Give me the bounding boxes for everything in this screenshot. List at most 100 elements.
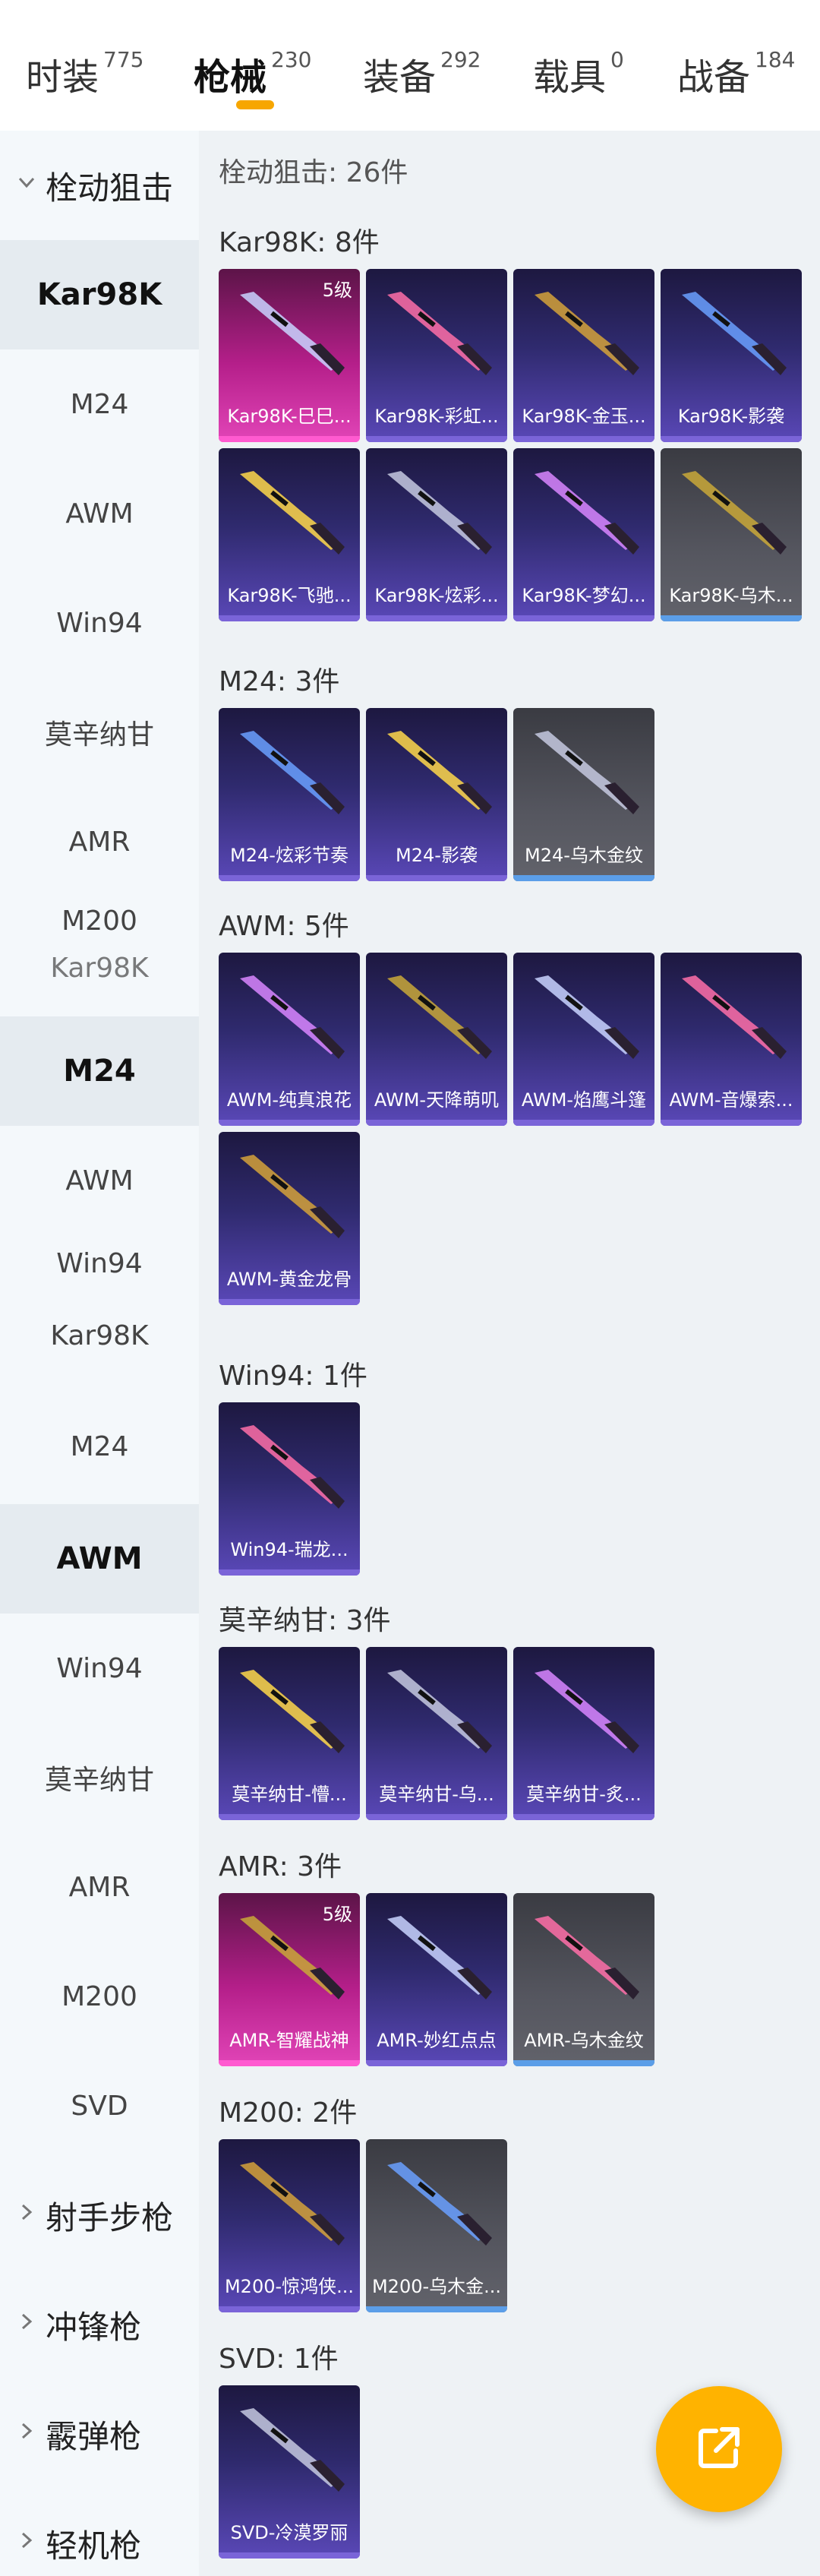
skin-card[interactable]: M200-乌木金... — [366, 2139, 507, 2312]
rifle-icon — [387, 731, 492, 814]
skin-name: SVD-冷漠罗丽 — [230, 2522, 348, 2543]
sidebar-item-win94[interactable]: Win94 — [0, 1222, 199, 1305]
rifle-icon — [387, 471, 492, 555]
skin-card[interactable]: AMR-妙红点点 — [366, 1893, 507, 2066]
rarity-bar — [366, 875, 507, 881]
skin-name: Kar98K-飞驰... — [227, 585, 352, 606]
rarity-bar — [219, 436, 360, 442]
skin-card[interactable]: 莫辛纳甘-炙... — [513, 1647, 654, 1820]
skin-name: Kar98K-梦幻... — [522, 585, 646, 606]
sidebar-category-label: 冲锋枪 — [46, 2308, 142, 2346]
chevron-right-icon — [15, 2201, 46, 2230]
skin-card[interactable]: M24-炫彩节奏 — [219, 708, 360, 881]
skin-name: M24-乌木金纹 — [525, 845, 643, 866]
rifle-icon — [240, 2408, 345, 2492]
rifle-icon — [240, 2162, 345, 2246]
sidebar-item-amr[interactable]: AMR — [0, 787, 199, 896]
rarity-bar — [513, 2060, 654, 2066]
sidebar-item-svd[interactable]: SVD — [0, 2051, 199, 2160]
rarity-bar — [366, 615, 507, 621]
sidebar-item-label: AWM — [65, 498, 134, 529]
sidebar-item-m200[interactable]: M200 — [0, 1942, 199, 2051]
sidebar-item-m24-selected[interactable]: M24 — [0, 1016, 199, 1126]
skin-name: 莫辛纳甘-乌... — [379, 1784, 494, 1805]
tab-equipment[interactable]: 装备 292 — [363, 47, 481, 100]
tab-supplies[interactable]: 战备 184 — [677, 47, 795, 100]
sidebar-category-smg[interactable]: 冲锋枪 — [0, 2270, 199, 2379]
skin-card[interactable]: Kar98K-影袭 — [661, 269, 802, 442]
rifle-icon — [387, 1916, 492, 1999]
skin-name: M24-影袭 — [396, 845, 478, 866]
skin-card[interactable]: Kar98K-金玉... — [513, 269, 654, 442]
sidebar-category-label: 轻机枪 — [46, 2527, 142, 2565]
share-button[interactable] — [656, 2386, 782, 2512]
sidebar-item-m24[interactable]: M24 — [0, 1392, 199, 1501]
section-title: AWM: 5件 — [219, 911, 349, 942]
sidebar-item-win94[interactable]: Win94 — [0, 1614, 199, 1723]
skin-card[interactable]: Kar98K-乌木... — [661, 448, 802, 621]
skin-card[interactable]: 5级 AMR-智耀战神 — [219, 1893, 360, 2066]
rarity-bar — [219, 615, 360, 621]
skin-card[interactable]: SVD-冷漠罗丽 — [219, 2385, 360, 2559]
rarity-bar — [366, 436, 507, 442]
skin-card[interactable]: Kar98K-炫彩... — [366, 448, 507, 621]
skin-card[interactable]: 莫辛纳甘-乌... — [366, 1647, 507, 1820]
skin-name: Win94-瑞龙... — [230, 1539, 348, 1560]
skin-card[interactable]: Kar98K-梦幻... — [513, 448, 654, 621]
sidebar-ghost-label: Kar98K — [50, 1320, 149, 1351]
rarity-bar — [219, 2306, 360, 2312]
skin-name: AMR-智耀战神 — [229, 2030, 349, 2051]
tab-guns[interactable]: 枪械 230 — [194, 47, 311, 109]
section-title: Kar98K: 8件 — [219, 227, 380, 258]
skin-card[interactable]: AWM-焰鹰斗篷 — [513, 953, 654, 1126]
sidebar-item-mosin[interactable]: 莫辛纳甘 — [0, 1723, 199, 1832]
rarity-bar — [219, 1299, 360, 1305]
rarity-bar — [661, 1120, 802, 1126]
sidebar-item-label: M200 — [62, 1980, 137, 2012]
skin-card[interactable]: Win94-瑞龙... — [219, 1402, 360, 1576]
sidebar-item-kar98k[interactable]: Kar98K — [0, 240, 199, 349]
tab-vehicles[interactable]: 载具 0 — [533, 47, 624, 100]
skin-card[interactable]: Kar98K-彩虹... — [366, 269, 507, 442]
skin-card[interactable]: AMR-乌木金纹 — [513, 1893, 654, 2066]
skin-list-panel: 栓动狙击: 26件 Kar98K: 8件 5级 Kar98K-巳巳... Kar98K… — [199, 131, 820, 2576]
rifle-icon — [535, 731, 639, 814]
sidebar-category-shotgun[interactable]: 霰弹枪 — [0, 2379, 199, 2489]
sidebar-item-awm-selected[interactable]: AWM — [0, 1504, 199, 1614]
skin-card[interactable]: 5级 Kar98K-巳巳... — [219, 269, 360, 442]
sidebar-category-label: 霰弹枪 — [46, 2417, 142, 2455]
sidebar-item-m200[interactable]: M200 — [0, 890, 199, 951]
sidebar-item-awm[interactable]: AWM — [0, 459, 199, 568]
skin-card[interactable]: M200-惊鸿侠... — [219, 2139, 360, 2312]
skin-card[interactable]: AWM-天降萌叽 — [366, 953, 507, 1126]
skin-card[interactable]: 莫辛纳甘-懵... — [219, 1647, 360, 1820]
category-title: 栓动狙击: 26件 — [219, 157, 408, 188]
sidebar-category-dmr[interactable]: 射手步枪 — [0, 2160, 199, 2270]
sidebar-item-awm[interactable]: AWM — [0, 1126, 199, 1235]
sidebar-item-mosin[interactable]: 莫辛纳甘 — [0, 678, 199, 787]
skin-card[interactable]: M24-影袭 — [366, 708, 507, 881]
skin-name: Kar98K-金玉... — [522, 406, 646, 427]
skin-card[interactable]: AWM-音爆索... — [661, 953, 802, 1126]
sidebar-item-m24[interactable]: M24 — [0, 349, 199, 459]
skin-name: Kar98K-影袭 — [677, 406, 785, 427]
sidebar-item-label: 莫辛纳甘 — [44, 719, 154, 751]
skin-card[interactable]: Kar98K-飞驰... — [219, 448, 360, 621]
rifle-icon — [240, 1155, 345, 1238]
rarity-bar — [366, 1814, 507, 1820]
sidebar-category-bolt-sniper[interactable]: 栓动狙击 — [0, 131, 199, 240]
rarity-bar — [219, 1120, 360, 1126]
skin-card[interactable]: M24-乌木金纹 — [513, 708, 654, 881]
rifle-icon — [387, 2162, 492, 2246]
rarity-bar — [661, 436, 802, 442]
sidebar-item-win94[interactable]: Win94 — [0, 568, 199, 678]
skin-card[interactable]: AWM-纯真浪花 — [219, 953, 360, 1126]
tab-fashion[interactable]: 时装 775 — [26, 47, 144, 100]
rifle-icon — [240, 1425, 345, 1509]
rifle-icon — [535, 471, 639, 555]
sidebar-category-lmg[interactable]: 轻机枪 — [0, 2489, 199, 2576]
rifle-icon — [535, 292, 639, 375]
skin-card[interactable]: AWM-黄金龙骨 — [219, 1132, 360, 1305]
rifle-icon — [240, 975, 345, 1059]
sidebar-item-amr[interactable]: AMR — [0, 1832, 199, 1942]
